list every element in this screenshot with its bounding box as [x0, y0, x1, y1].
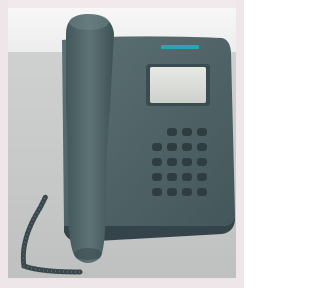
keypad-key [167, 188, 177, 196]
keypad-key [182, 143, 192, 151]
keypad-key [167, 158, 177, 166]
keypad-key [182, 128, 192, 136]
keypad-key [182, 158, 192, 166]
keypad-key [152, 158, 162, 166]
keypad-key [197, 188, 207, 196]
keypad-key [197, 173, 207, 181]
keypad-key [167, 143, 177, 151]
brand-logo-strip [161, 45, 199, 49]
display-screen-icon [146, 64, 210, 106]
keypad-key [197, 128, 207, 136]
telephone-illustration [20, 14, 235, 275]
keypad-key [197, 143, 207, 151]
keypad-key [152, 143, 162, 151]
keypad-key [167, 173, 177, 181]
keypad-key [152, 173, 162, 181]
keypad-key [152, 188, 162, 196]
keypad-key [182, 173, 192, 181]
photo-scene [0, 0, 244, 288]
keypad-key [182, 188, 192, 196]
keypad-key [167, 128, 177, 136]
keypad-key [197, 158, 207, 166]
